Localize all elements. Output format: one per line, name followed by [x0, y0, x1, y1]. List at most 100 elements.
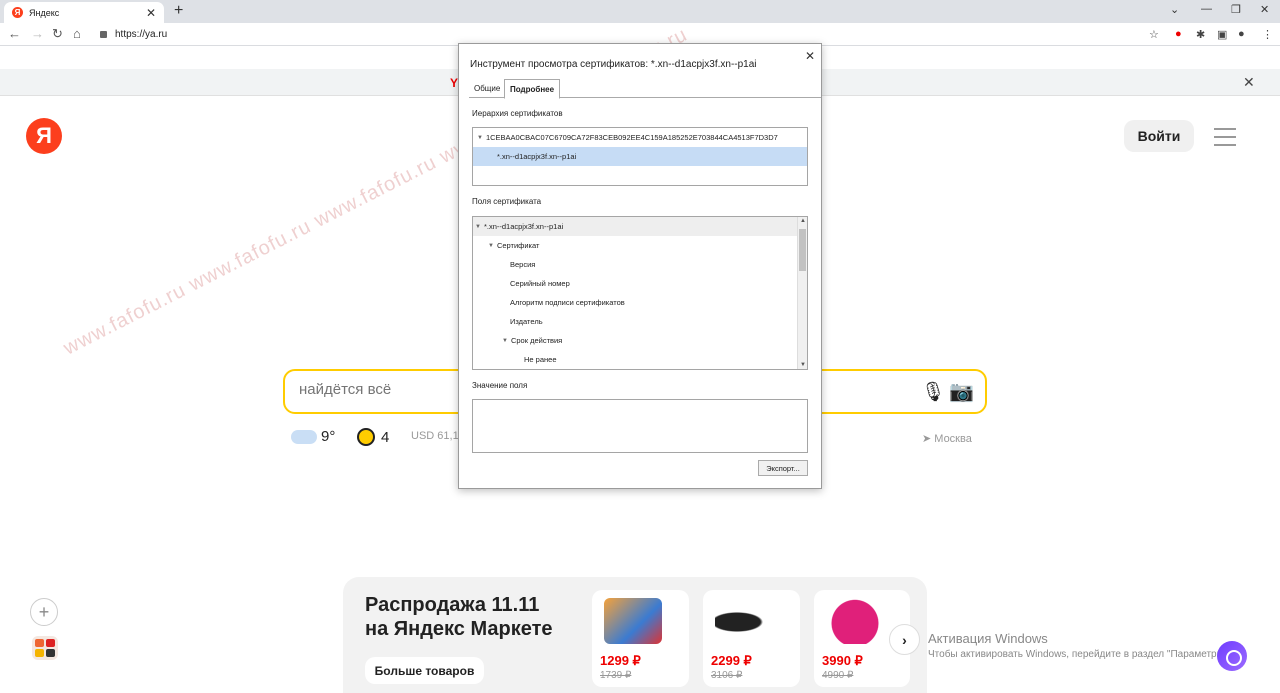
field-row[interactable]: ▼ Срок действия	[473, 331, 807, 350]
dialog-close-icon[interactable]: ✕	[805, 49, 815, 63]
tab-details[interactable]: Подробнее	[504, 79, 561, 99]
side-panel-icon[interactable]: ▣	[1217, 28, 1227, 41]
export-button[interactable]: Экспорт...	[758, 460, 808, 476]
hierarchy-leaf-label: *.xn--d1acpjx3f.xn--p1ai	[497, 152, 577, 161]
browser-tab[interactable]: Я Яндекс ✕	[4, 2, 164, 23]
browser-menu-icon[interactable]: ⋮	[1262, 28, 1273, 41]
cloud-icon	[291, 429, 317, 444]
field-row[interactable]: Издатель	[473, 312, 807, 331]
infobar-close-icon[interactable]: ✕	[1243, 74, 1255, 91]
product-price: 2299 ₽	[711, 653, 752, 668]
more-products-button[interactable]: Больше товаров	[365, 657, 484, 684]
certificate-viewer-dialog: Инструмент просмотра сертификатов: *.xn-…	[458, 43, 822, 489]
certificate-hierarchy-tree[interactable]: ▼ 1CEBAA0CBAC07C6709CA72F83CEB092EE4C159…	[472, 127, 808, 186]
url-text: https://ya.ru	[115, 29, 168, 40]
field-label: Срок действия	[510, 336, 563, 345]
home-icon[interactable]: ⌂	[73, 26, 81, 41]
scrollbar-thumb[interactable]	[799, 229, 806, 271]
field-label: Издатель	[510, 317, 543, 326]
yandex-favicon-icon: Я	[12, 7, 23, 18]
windows-activation-notice: Активация Windows Чтобы активировать Win…	[928, 631, 1230, 660]
product-old-price: 4990 ₽	[822, 670, 854, 681]
product-price: 1299 ₽	[600, 653, 641, 668]
field-row[interactable]: Алгоритм подписи сертификатов	[473, 293, 807, 312]
lock-icon	[100, 31, 107, 38]
certificate-fields-tree[interactable]: ▼ *.xn--d1acpjx3f.xn--p1ai ▼ Сертификат …	[472, 216, 808, 370]
field-label: Алгоритм подписи сертификатов	[510, 298, 625, 307]
window-close-icon[interactable]: ✕	[1260, 3, 1269, 16]
back-icon[interactable]: ←	[8, 26, 21, 41]
tab-strip: Я Яндекс ✕ + ⌄ — ❐ ✕	[0, 0, 1280, 23]
yandex-logo[interactable]: Я	[26, 118, 62, 154]
field-row[interactable]: Серийный номер	[473, 274, 807, 293]
restore-icon[interactable]: ❐	[1231, 3, 1241, 16]
value-label: Значение поля	[472, 381, 528, 390]
city-name: Москва	[934, 433, 972, 445]
menu-hamburger-icon[interactable]	[1214, 128, 1236, 152]
profile-avatar-icon[interactable]: ●	[1238, 28, 1245, 40]
tab-close-icon[interactable]: ✕	[146, 6, 156, 20]
product-image-speaker	[826, 598, 884, 644]
tab-search-icon[interactable]: ⌄	[1170, 3, 1179, 16]
services-apps-icon[interactable]	[32, 636, 58, 660]
activation-title: Активация Windows	[928, 631, 1048, 646]
market-promo: Распродажа 11.11 на Яндекс Маркете Больш…	[343, 577, 927, 693]
fields-scrollbar[interactable]: ▲ ▼	[797, 217, 807, 369]
field-value-box[interactable]	[472, 399, 808, 453]
currency-widget[interactable]: USD 61,1	[411, 430, 459, 442]
traffic-icon	[357, 428, 375, 446]
expand-triangle-icon[interactable]: ▼	[502, 338, 508, 344]
weather-widget[interactable]: 9°	[291, 428, 335, 445]
hierarchy-root-label: 1CEBAA0CBAC07C6709CA72F83CEB092EE4C159A1…	[485, 133, 778, 142]
product-price: 3990 ₽	[822, 653, 863, 668]
activation-subtitle: Чтобы активировать Windows, перейдите в …	[928, 649, 1231, 660]
tab-general[interactable]: Общие	[469, 79, 505, 98]
product-old-price: 3106 ₽	[711, 670, 743, 681]
bookmark-star-icon[interactable]: ☆	[1149, 28, 1159, 41]
tab-title: Яндекс	[29, 7, 60, 18]
field-row[interactable]: Не ранее	[473, 350, 807, 369]
expand-triangle-icon[interactable]: ▼	[488, 243, 494, 249]
product-card[interactable]: 1299 ₽ 1739 ₽	[592, 590, 689, 687]
market-title: Распродажа 11.11 на Яндекс Маркете	[365, 594, 553, 640]
temperature: 9°	[321, 428, 336, 445]
field-label: Не ранее	[524, 355, 557, 364]
expand-triangle-icon[interactable]: ▼	[475, 224, 481, 230]
extensions-puzzle-icon[interactable]: ✱	[1196, 28, 1205, 41]
extension-opera-icon[interactable]: ●	[1175, 28, 1182, 40]
alice-assistant-icon[interactable]	[1217, 641, 1247, 671]
field-label: *.xn--d1acpjx3f.xn--p1ai	[483, 222, 564, 231]
hierarchy-root[interactable]: ▼ 1CEBAA0CBAC07C6709CA72F83CEB092EE4C159…	[473, 128, 807, 147]
product-image-lego	[604, 598, 662, 644]
address-bar[interactable]: https://ya.ru	[94, 26, 1169, 43]
carousel-next-icon[interactable]: ›	[889, 624, 920, 655]
usd-rate: USD 61,1	[411, 430, 459, 442]
field-row[interactable]: ▼ Сертификат	[473, 236, 807, 255]
expand-triangle-icon[interactable]: ▼	[477, 135, 483, 141]
product-old-price: 1739 ₽	[600, 670, 632, 681]
forward-icon[interactable]: →	[31, 26, 44, 41]
product-image-pan	[715, 598, 773, 644]
city-selector[interactable]: ➤ Москва	[922, 432, 972, 445]
product-card[interactable]: 2299 ₽ 3106 ₽	[703, 590, 800, 687]
traffic-widget[interactable]: 4	[357, 428, 389, 446]
minimize-icon[interactable]: —	[1201, 3, 1212, 15]
field-label: Серийный номер	[510, 279, 570, 288]
dialog-tabs: Общие Подробнее	[469, 79, 821, 99]
scroll-up-icon[interactable]: ▲	[800, 218, 806, 224]
infobar-label: Y	[450, 76, 459, 90]
reload-icon[interactable]: ↻	[52, 26, 63, 42]
new-tab-button[interactable]: +	[174, 2, 183, 20]
field-row[interactable]: Версия	[473, 255, 807, 274]
hierarchy-leaf[interactable]: *.xn--d1acpjx3f.xn--p1ai	[473, 147, 807, 166]
login-button[interactable]: Войти	[1124, 120, 1194, 152]
scroll-down-icon[interactable]: ▼	[800, 362, 806, 368]
microphone-icon[interactable]: 🎙	[921, 380, 945, 404]
fields-label: Поля сертификата	[472, 197, 542, 206]
camera-search-icon[interactable]: 📷	[949, 379, 974, 404]
field-row[interactable]: ▼ *.xn--d1acpjx3f.xn--p1ai	[473, 217, 807, 236]
add-widget-button[interactable]: +	[30, 598, 58, 626]
field-label: Версия	[510, 260, 536, 269]
dialog-title: Инструмент просмотра сертификатов: *.xn-…	[470, 59, 757, 70]
traffic-score: 4	[381, 428, 390, 446]
